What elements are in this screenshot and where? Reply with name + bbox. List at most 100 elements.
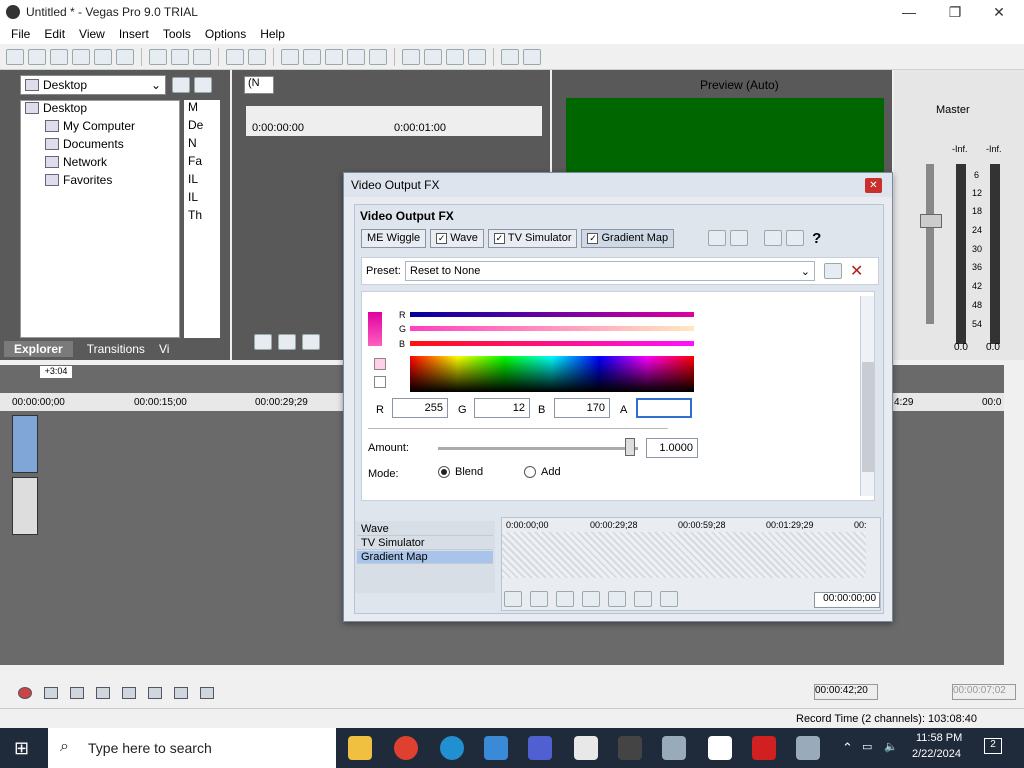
menu-options[interactable]: Options: [198, 27, 253, 41]
preview-quality-label[interactable]: Preview (Auto): [700, 78, 779, 92]
delete-keyframe-icon[interactable]: [660, 591, 678, 607]
stop-button[interactable]: [148, 687, 162, 699]
pause-button[interactable]: [122, 687, 136, 699]
chain-gradient-map[interactable]: ✓ Gradient Map: [581, 228, 675, 248]
save-icon[interactable]: [50, 48, 68, 65]
minimize-button[interactable]: —: [886, 0, 932, 24]
b-value-field[interactable]: 170: [554, 398, 610, 418]
tree-item-documents[interactable]: Documents: [45, 137, 124, 151]
open-folder-icon[interactable]: [28, 48, 46, 65]
file-item[interactable]: IL: [188, 172, 198, 186]
tray-clock-time[interactable]: 11:58 PM: [916, 732, 962, 744]
file-item[interactable]: De: [188, 118, 203, 132]
zoom-tool-icon[interactable]: [369, 48, 387, 65]
file-item[interactable]: IL: [188, 190, 198, 204]
add-keyframe-icon[interactable]: [634, 591, 652, 607]
color-mode-icon[interactable]: [374, 358, 386, 370]
blue-slider[interactable]: [410, 341, 694, 346]
menu-tools[interactable]: Tools: [156, 27, 198, 41]
copy-icon[interactable]: [171, 48, 189, 65]
play-button[interactable]: [96, 687, 110, 699]
file-item[interactable]: N: [188, 136, 197, 150]
first-keyframe-icon[interactable]: [530, 591, 548, 607]
loop-playback-button[interactable]: [44, 687, 58, 699]
file-explorer-icon[interactable]: [348, 736, 372, 760]
explorer-location-dropdown[interactable]: Desktop ⌄: [20, 75, 166, 95]
kf-track-gradient-map[interactable]: Gradient Map: [357, 551, 493, 564]
pause-icon[interactable]: [302, 334, 320, 350]
solitaire-icon[interactable]: [574, 736, 598, 760]
chain-next-icon[interactable]: [730, 230, 749, 246]
menu-help[interactable]: Help: [253, 27, 292, 41]
redo-icon[interactable]: [248, 48, 266, 65]
tab-video-fx[interactable]: Vi: [159, 342, 169, 356]
maximize-button[interactable]: ❐: [932, 0, 978, 24]
taskbar-search-box[interactable]: ⌕ Type here to search: [48, 728, 336, 768]
cut-icon[interactable]: [149, 48, 167, 65]
menu-edit[interactable]: Edit: [37, 27, 72, 41]
amount-slider-thumb[interactable]: [625, 438, 635, 456]
tree-item-network[interactable]: Network: [45, 155, 107, 169]
next-keyframe-icon[interactable]: [582, 591, 600, 607]
chain-me-wiggle[interactable]: ME Wiggle: [361, 228, 427, 248]
tab-transitions[interactable]: Transitions: [87, 342, 145, 356]
checkbox-wave[interactable]: ✓: [436, 232, 448, 244]
save-as-icon[interactable]: [72, 48, 90, 65]
crossfade-icon[interactable]: [468, 48, 486, 65]
close-button[interactable]: ✕: [976, 0, 1022, 24]
chain-wave[interactable]: ✓ Wave: [430, 228, 484, 248]
color-spectrum[interactable]: [410, 356, 694, 392]
render-icon[interactable]: [116, 48, 134, 65]
undo-icon[interactable]: [226, 48, 244, 65]
windows-start-icon[interactable]: ⊞: [14, 738, 29, 759]
normal-edit-tool-icon[interactable]: [303, 48, 321, 65]
eyedropper-icon[interactable]: [374, 376, 386, 388]
edge-icon[interactable]: [440, 736, 464, 760]
ignore-grouping-icon[interactable]: [446, 48, 464, 65]
remove-plugin-icon[interactable]: [786, 230, 805, 246]
kf-track-wave[interactable]: Wave: [357, 523, 493, 536]
delete-preset-icon[interactable]: ✕: [850, 261, 863, 281]
tray-chevron-up-icon[interactable]: ⌃: [842, 740, 853, 756]
a-value-field[interactable]: [636, 398, 692, 418]
tray-clock-date[interactable]: 2/22/2024: [912, 748, 961, 760]
selection-length-time[interactable]: 00:00:07;02: [952, 684, 1016, 700]
photos-icon[interactable]: [484, 736, 508, 760]
paste-icon[interactable]: [193, 48, 211, 65]
envelope-tool-icon[interactable]: [325, 48, 343, 65]
notification-center-icon[interactable]: 2: [984, 738, 1002, 754]
amount-value-field[interactable]: 1.0000: [646, 438, 698, 458]
file-item[interactable]: Th: [188, 208, 202, 222]
menu-view[interactable]: View: [72, 27, 112, 41]
tree-item-my-computer[interactable]: My Computer: [45, 119, 135, 133]
chain-plugin-icon[interactable]: [764, 230, 783, 246]
sync-cursor-icon[interactable]: [504, 591, 522, 607]
3d-viewer-icon[interactable]: [662, 736, 686, 760]
tree-item-favorites[interactable]: Favorites: [45, 173, 112, 187]
file-item[interactable]: M: [188, 100, 198, 114]
tree-item-desktop[interactable]: Desktop: [25, 101, 87, 115]
play-icon[interactable]: [278, 334, 296, 350]
lock-envelopes-icon[interactable]: [424, 48, 442, 65]
audio-clip-event[interactable]: [12, 477, 38, 535]
vegas-taskbar-icon[interactable]: [618, 736, 642, 760]
g-value-field[interactable]: 12: [474, 398, 530, 418]
selection-start-time[interactable]: 00:00:42;20: [814, 684, 878, 700]
new-file-icon[interactable]: [6, 48, 24, 65]
mode-add-option[interactable]: Add: [524, 466, 561, 479]
camera-icon[interactable]: [796, 736, 820, 760]
refresh-icon[interactable]: [194, 77, 212, 93]
media-fx-icon[interactable]: [501, 48, 519, 65]
7zip-icon[interactable]: [708, 736, 732, 760]
last-keyframe-icon[interactable]: [608, 591, 626, 607]
trimmer-zoom-dropdown[interactable]: (N: [244, 76, 274, 94]
chrome-icon[interactable]: [394, 736, 418, 760]
volume-tray-icon[interactable]: 🔈: [884, 740, 898, 753]
green-slider[interactable]: [410, 326, 694, 331]
menu-insert[interactable]: Insert: [112, 27, 156, 41]
r-value-field[interactable]: 255: [392, 398, 448, 418]
tab-explorer[interactable]: Explorer: [4, 341, 73, 357]
play-from-start-button[interactable]: [70, 687, 84, 699]
checkbox-tv-simulator[interactable]: ✓: [493, 232, 505, 244]
go-to-start-button[interactable]: [174, 687, 188, 699]
